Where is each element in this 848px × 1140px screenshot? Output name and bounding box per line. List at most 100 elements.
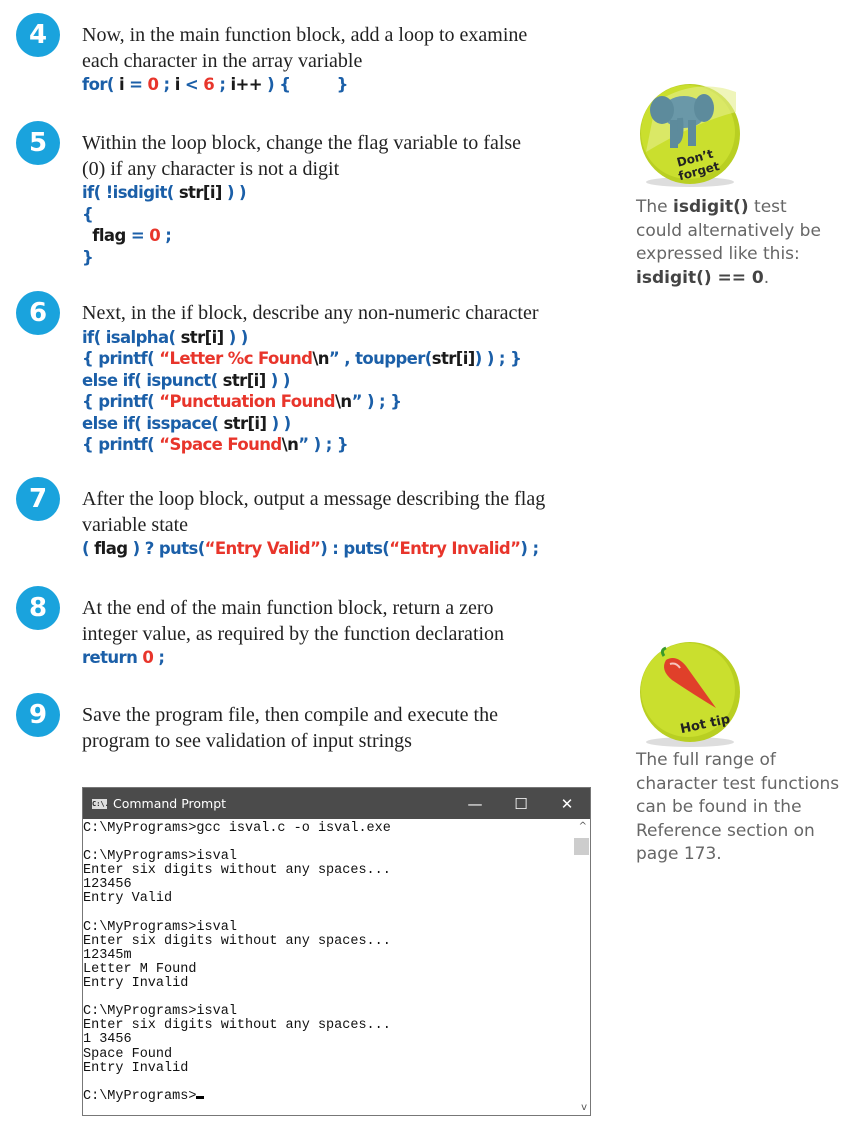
terminal-text: 1 3456	[83, 1032, 132, 1048]
code-token: { printf(	[82, 435, 160, 454]
code-token: else if( ispunct(	[82, 370, 223, 390]
step-4: Now, in the main function block, add a l…	[82, 23, 602, 96]
code-line: if( isalpha( str[i] ) )	[82, 327, 602, 349]
note-line: The isdigit() test	[636, 196, 846, 220]
code-token: ;	[153, 648, 165, 667]
terminal-text: Letter M Found	[83, 961, 197, 977]
code-token: ) ;	[520, 539, 539, 558]
note-line: page 173.	[636, 843, 846, 867]
code-token: ” ) ; }	[351, 392, 402, 411]
code-token: ;	[214, 75, 231, 94]
instruction-line: Now, in the main function block, add a l…	[82, 24, 528, 46]
dont-forget-badge: Don’t forget	[640, 84, 740, 187]
instruction-line: After the loop block, output a message d…	[82, 488, 546, 510]
code-token: 0	[149, 226, 161, 245]
code-token: ” , toupper(	[328, 349, 432, 368]
terminal-line: Letter M Found	[83, 961, 391, 977]
note-text: .	[763, 267, 770, 288]
note-text: Reference section on	[636, 820, 815, 841]
step-number: 9	[16, 693, 60, 737]
note-line: character test functions	[636, 773, 846, 797]
maximize-button[interactable]: ☐	[498, 795, 544, 813]
close-button[interactable]: ✕	[544, 795, 590, 813]
note-line: Reference section on	[636, 820, 846, 844]
window-title: Command Prompt	[113, 796, 227, 811]
terminal-text: C:\MyPrograms>isval	[83, 919, 237, 935]
code-token: {	[82, 204, 94, 224]
code-token: \n	[312, 349, 329, 368]
instruction-line: (0) if any character is not a digit	[82, 157, 340, 180]
instruction-line: At the end of the main function block, r…	[82, 597, 494, 619]
code-token: flag	[94, 539, 128, 558]
step-number: 5	[16, 121, 60, 165]
note-line: expressed like this:	[636, 243, 846, 267]
terminal-text: 12345m	[83, 947, 132, 963]
step-number: 6	[16, 291, 60, 335]
scrollbar[interactable]: ^ v	[573, 819, 590, 1115]
code-token: ” ) ; }	[298, 435, 348, 454]
code-token: “Punctuation Found	[159, 392, 335, 411]
step-8: At the end of the main function block, r…	[82, 596, 602, 669]
terminal-line: C:\MyPrograms>	[83, 1088, 391, 1104]
code-token: }	[82, 247, 94, 267]
code-token: (	[82, 539, 95, 558]
terminal-text: C:\MyPrograms>isval	[83, 1004, 237, 1020]
scroll-down-icon[interactable]: v	[581, 1102, 587, 1113]
terminal-line: Entry Invalid	[83, 1061, 391, 1076]
code-token: for(	[82, 75, 119, 94]
terminal-line: Entry Valid	[83, 892, 391, 906]
code-token: flag	[92, 226, 126, 245]
code-token: ;	[160, 226, 172, 245]
command-prompt-window: C:\. Command Prompt — ☐ ✕ C:\MyPrograms>…	[82, 787, 591, 1116]
code-token: ) : puts(	[320, 539, 390, 558]
code-token: { printf(	[82, 349, 160, 368]
instruction-line: integer value, as required by the functi…	[82, 622, 505, 645]
terminal-text: Entry Invalid	[83, 976, 189, 992]
terminal-text: Space Found	[83, 1046, 173, 1062]
code-line: for( i = 0 ; i < 6 ; i++ ) { }	[82, 74, 602, 96]
code-token: 0	[142, 648, 154, 667]
hot-tip-badge: Hot tip	[640, 642, 740, 747]
cursor	[196, 1095, 205, 1099]
terminal-line: Enter six digits without any spaces...	[83, 1019, 391, 1033]
terminal-line: C:\MyPrograms>isval	[83, 1005, 391, 1019]
terminal-line: C:\MyPrograms>isval	[83, 850, 391, 864]
minimize-button[interactable]: —	[452, 795, 498, 813]
code-token: “Space Found	[159, 435, 282, 454]
instruction-line: each character in the array variable	[82, 49, 363, 72]
terminal-line: Enter six digits without any spaces...	[83, 934, 391, 949]
code-line: if( !isdigit( str[i] ) )	[82, 182, 602, 204]
terminal-text: C:\MyPrograms>isval	[83, 849, 237, 865]
code-line: return 0 ;	[82, 647, 602, 669]
note-line: can be found in the	[636, 796, 846, 820]
terminal-text: C:\MyPrograms>	[83, 1088, 197, 1104]
note-text: test	[748, 197, 787, 217]
code-token: ) )	[223, 327, 249, 347]
terminal-output[interactable]: C:\MyPrograms>gcc isval.c -o isval.exe C:…	[83, 821, 391, 1104]
scroll-up-icon[interactable]: ^	[579, 821, 587, 832]
terminal-text: Enter six digits without any spaces...	[83, 1018, 391, 1034]
code-token: else if( isspace(	[82, 413, 224, 433]
code-token: ) )	[266, 413, 292, 433]
note-text: character test functions	[636, 773, 840, 794]
code-token: str[i]	[222, 370, 267, 390]
scrollbar-thumb[interactable]	[574, 838, 589, 855]
step-number: 8	[16, 586, 60, 630]
note-line: could alternatively be	[636, 220, 846, 244]
code-token: <	[179, 75, 204, 94]
note-text: expressed like this:	[636, 244, 800, 264]
code-token: if( isalpha(	[82, 327, 181, 347]
code-line: { printf( “Punctuation Found\n” ) ; }	[82, 391, 602, 413]
step-number: 4	[16, 13, 60, 57]
code-token: ;	[158, 75, 175, 94]
note-text: The full range of	[636, 750, 776, 770]
instruction-line: Save the program file, then compile and …	[82, 704, 498, 726]
code-token: str[i]	[178, 183, 223, 202]
code-token: “Entry Invalid”	[389, 539, 521, 558]
code-line: else if( isspace( str[i] ) )	[82, 413, 602, 435]
step-7: After the loop block, output a message d…	[82, 487, 602, 560]
